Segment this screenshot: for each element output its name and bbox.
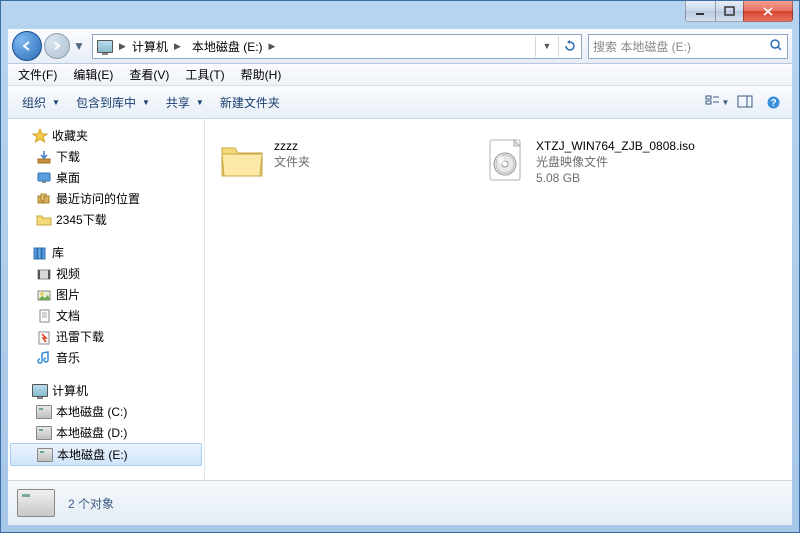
star-icon — [32, 128, 48, 144]
favorites-group: 收藏夹 下载 桌面 最近访问的位置 2345下载 — [8, 125, 204, 230]
breadcrumb-label: 本地磁盘 (E:) — [192, 38, 263, 55]
chevron-right-icon: ▶ — [266, 41, 279, 52]
music-icon — [36, 350, 52, 366]
file-text: zzzz 文件夹 — [274, 136, 310, 170]
sidebar-item-downloads[interactable]: 下载 — [8, 146, 204, 167]
drive-icon — [36, 404, 52, 420]
include-in-library-button[interactable]: 包含到库中▼ — [68, 91, 158, 114]
computer-icon — [32, 383, 48, 399]
file-type: 光盘映像文件 — [536, 154, 695, 170]
file-size: 5.08 GB — [536, 170, 695, 186]
nav-bar: ▼ ▶ 计算机 ▶ 本地磁盘 (E:) ▶ ▼ 搜索 本地磁盘 (E: — [8, 29, 792, 64]
menu-bar: 文件(F) 编辑(E) 查看(V) 工具(T) 帮助(H) — [8, 64, 792, 86]
drive-icon — [37, 447, 53, 463]
file-name: zzzz — [274, 138, 310, 154]
folder-icon — [218, 136, 266, 184]
search-icon — [769, 38, 783, 55]
iso-icon — [480, 136, 528, 184]
sidebar-item-drive-c[interactable]: 本地磁盘 (C:) — [8, 401, 204, 422]
address-bar-buttons: ▼ — [535, 36, 581, 57]
nav-history-dropdown[interactable]: ▼ — [72, 39, 86, 53]
details-pane: 2 个对象 — [8, 480, 792, 525]
libraries-group: 库 视频 图片 文档 迅雷下载 音乐 — [8, 242, 204, 368]
breadcrumb-label: 计算机 — [132, 38, 168, 55]
file-list[interactable]: zzzz 文件夹 XTZJ_WIN764_ZJB_0808.iso 光盘映像文件… — [205, 119, 792, 480]
pictures-icon — [36, 287, 52, 303]
sidebar-item-recent[interactable]: 最近访问的位置 — [8, 188, 204, 209]
file-name: XTZJ_WIN764_ZJB_0808.iso — [536, 138, 695, 154]
sidebar-item-pictures[interactable]: 图片 — [8, 284, 204, 305]
menu-help[interactable]: 帮助(H) — [233, 64, 290, 85]
sidebar-item-desktop[interactable]: 桌面 — [8, 167, 204, 188]
menu-file[interactable]: 文件(F) — [10, 64, 65, 85]
breadcrumb-computer[interactable]: ▶ 计算机 ▶ — [93, 35, 188, 58]
sidebar-item-xunlei[interactable]: 迅雷下载 — [8, 326, 204, 347]
chevron-right-icon: ▶ — [116, 41, 129, 52]
forward-button[interactable] — [44, 33, 70, 59]
library-icon — [32, 245, 48, 261]
folder-icon — [36, 212, 52, 228]
share-button[interactable]: 共享▼ — [158, 91, 212, 114]
group-label: 计算机 — [52, 382, 88, 399]
sidebar-item-documents[interactable]: 文档 — [8, 305, 204, 326]
command-bar: 组织▼ 包含到库中▼ 共享▼ 新建文件夹 ▼ ? — [8, 86, 792, 119]
sidebar-item-drive-e[interactable]: 本地磁盘 (E:) — [10, 443, 202, 466]
minimize-button[interactable] — [685, 1, 716, 22]
organize-button[interactable]: 组织▼ — [14, 91, 68, 114]
view-options-button[interactable]: ▼ — [704, 90, 730, 114]
back-button[interactable] — [12, 31, 42, 61]
libraries-header[interactable]: 库 — [8, 242, 204, 263]
status-text: 2 个对象 — [68, 495, 114, 512]
explorer-body: 收藏夹 下载 桌面 最近访问的位置 2345下载 库 视频 图片 文档 — [8, 119, 792, 480]
breadcrumb-drive-e[interactable]: 本地磁盘 (E:) ▶ — [188, 35, 283, 58]
computer-group: 计算机 本地磁盘 (C:) 本地磁盘 (D:) 本地磁盘 (E:) — [8, 380, 204, 466]
menu-edit[interactable]: 编辑(E) — [65, 64, 121, 85]
video-icon — [36, 266, 52, 282]
group-label: 收藏夹 — [52, 127, 88, 144]
chevron-right-icon: ▶ — [171, 41, 184, 52]
address-dropdown-button[interactable]: ▼ — [535, 36, 558, 57]
drive-icon — [36, 425, 52, 441]
help-button[interactable]: ? — [760, 90, 786, 114]
svg-text:?: ? — [770, 98, 776, 109]
preview-pane-button[interactable] — [732, 90, 758, 114]
sidebar-item-music[interactable]: 音乐 — [8, 347, 204, 368]
search-placeholder: 搜索 本地磁盘 (E:) — [593, 38, 691, 55]
group-label: 库 — [52, 244, 64, 261]
sidebar-item-drive-d[interactable]: 本地磁盘 (D:) — [8, 422, 204, 443]
address-bar[interactable]: ▶ 计算机 ▶ 本地磁盘 (E:) ▶ ▼ — [92, 34, 582, 59]
search-box[interactable]: 搜索 本地磁盘 (E:) — [588, 34, 788, 59]
sidebar-item-2345[interactable]: 2345下载 — [8, 209, 204, 230]
computer-header[interactable]: 计算机 — [8, 380, 204, 401]
xunlei-icon — [36, 329, 52, 345]
window-client-area: ▼ ▶ 计算机 ▶ 本地磁盘 (E:) ▶ ▼ 搜索 本地磁盘 (E: — [8, 29, 792, 525]
menu-view[interactable]: 查看(V) — [121, 64, 177, 85]
file-item-folder[interactable]: zzzz 文件夹 — [213, 131, 471, 199]
computer-icon — [97, 38, 113, 54]
file-item-iso[interactable]: XTZJ_WIN764_ZJB_0808.iso 光盘映像文件 5.08 GB — [475, 131, 733, 199]
download-icon — [36, 149, 52, 165]
documents-icon — [36, 308, 52, 324]
refresh-button[interactable] — [558, 36, 581, 57]
maximize-button[interactable] — [715, 1, 744, 22]
drive-icon — [16, 487, 56, 519]
desktop-icon — [36, 170, 52, 186]
navigation-pane[interactable]: 收藏夹 下载 桌面 最近访问的位置 2345下载 库 视频 图片 文档 — [8, 119, 205, 480]
file-text: XTZJ_WIN764_ZJB_0808.iso 光盘映像文件 5.08 GB — [536, 136, 695, 187]
explorer-window: ▼ ▶ 计算机 ▶ 本地磁盘 (E:) ▶ ▼ 搜索 本地磁盘 (E: — [0, 0, 800, 533]
titlebar — [1, 1, 799, 29]
sidebar-item-videos[interactable]: 视频 — [8, 263, 204, 284]
menu-tools[interactable]: 工具(T) — [177, 64, 232, 85]
new-folder-button[interactable]: 新建文件夹 — [212, 91, 288, 114]
close-button[interactable] — [743, 1, 793, 22]
recent-icon — [36, 191, 52, 207]
favorites-header[interactable]: 收藏夹 — [8, 125, 204, 146]
file-type: 文件夹 — [274, 154, 310, 170]
